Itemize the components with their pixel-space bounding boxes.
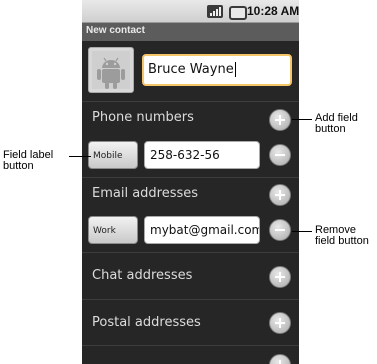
remove-email-button[interactable] <box>269 219 291 241</box>
title-bar: New contact <box>82 23 299 41</box>
status-bar: 10:28 AM <box>82 0 299 23</box>
minus-icon <box>275 229 285 231</box>
phone-number-input[interactable]: 258-632-56 <box>144 141 260 169</box>
divider <box>82 177 299 178</box>
email-address-input[interactable]: mybat@gmail.com <box>144 216 260 244</box>
callout-field-label: Field label button <box>3 149 54 172</box>
android-contact-photo-icon <box>92 51 130 89</box>
phone-field-label-button[interactable]: Mobile <box>88 141 138 169</box>
minus-icon <box>275 154 285 156</box>
divider <box>82 252 299 253</box>
add-more-button[interactable] <box>269 354 291 364</box>
callout-line <box>292 231 312 232</box>
name-input-value: Bruce Wayne <box>148 62 234 77</box>
status-time: 10:28 AM <box>247 4 299 18</box>
add-phone-button[interactable] <box>269 109 291 131</box>
divider <box>82 299 299 300</box>
page-title: New contact <box>86 25 145 36</box>
email-field-label-button[interactable]: Work <box>88 216 138 244</box>
text-cursor <box>234 62 236 77</box>
divider <box>82 345 299 346</box>
divider <box>82 101 299 102</box>
name-input[interactable]: Bruce Wayne <box>142 54 292 86</box>
add-email-button[interactable] <box>269 184 291 206</box>
section-label-phone: Phone numbers <box>92 110 194 125</box>
add-chat-button[interactable] <box>269 266 291 288</box>
callout-line <box>69 156 91 157</box>
callout-add-field: Add field button <box>315 112 358 135</box>
section-label-chat: Chat addresses <box>92 268 193 283</box>
battery-icon <box>229 6 247 20</box>
phone-screen: 10:28 AM New contact Bruce Wayne Phone n… <box>82 0 299 364</box>
section-label-email: Email addresses <box>92 186 199 201</box>
section-label-postal: Postal addresses <box>92 315 201 330</box>
callout-line <box>292 119 312 120</box>
signal-icon <box>207 5 223 18</box>
callout-remove-field: Remove field button <box>315 224 369 247</box>
add-postal-button[interactable] <box>269 312 291 334</box>
remove-phone-button[interactable] <box>269 144 291 166</box>
contact-photo-button[interactable] <box>88 47 134 93</box>
